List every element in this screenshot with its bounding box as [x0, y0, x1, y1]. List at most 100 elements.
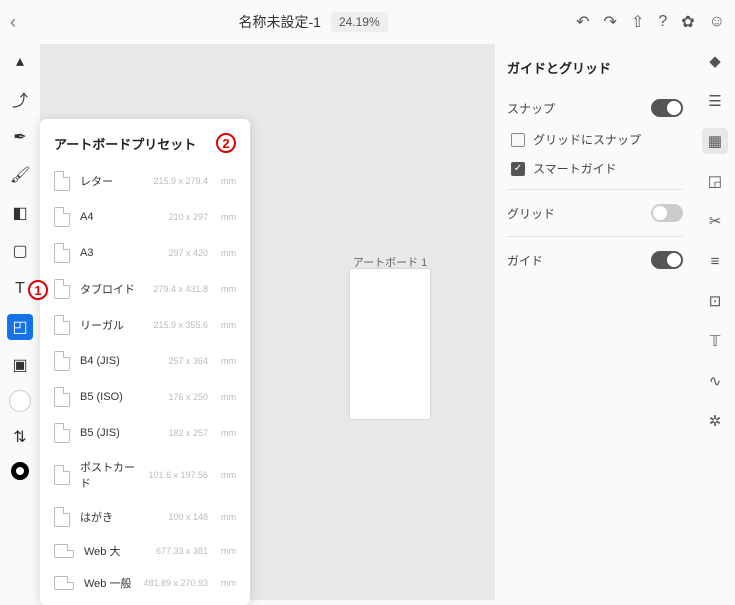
guides-grid-panel: ガイドとグリッド スナップ グリッドにスナップ ✓ スマートガイド グリッド ガ…: [495, 44, 695, 600]
select-tool-icon[interactable]: ▴: [7, 48, 33, 74]
preset-name: A4: [80, 211, 158, 223]
preset-unit: mm: [221, 392, 236, 402]
transform-icon[interactable]: ◲: [702, 168, 728, 194]
page-icon: [54, 171, 70, 191]
zoom-level[interactable]: 24.19%: [331, 12, 388, 32]
distribute-icon[interactable]: ⊡: [702, 288, 728, 314]
preset-item[interactable]: B5 (ISO) 176 x 250 mm: [40, 379, 250, 415]
document-title: 名称未設定-1: [238, 12, 320, 32]
grid-toggle[interactable]: [651, 204, 683, 222]
preset-unit: mm: [221, 546, 236, 556]
preset-size: 677.33 x 381: [156, 546, 208, 556]
preset-item[interactable]: Web 大 677.33 x 381 mm: [40, 535, 250, 567]
preset-name: はがき: [80, 509, 158, 525]
preset-name: B5 (ISO): [80, 391, 158, 403]
preset-panel-title: アートボードプリセット: [54, 134, 196, 153]
image-tool-icon[interactable]: ▣: [7, 352, 33, 378]
preset-unit: mm: [221, 428, 236, 438]
redo-icon[interactable]: ↷: [604, 12, 617, 32]
smart-guide-checkbox[interactable]: ✓: [511, 162, 525, 176]
settings-icon[interactable]: ✿: [681, 12, 694, 32]
brush-tool-icon[interactable]: 🖌: [7, 162, 33, 188]
artboard-preset-panel: アートボードプリセット 2 レター 215.9 x 279.4 mm A4 210 x …: [40, 119, 250, 605]
scissors-icon[interactable]: ✂: [702, 208, 728, 234]
artboard[interactable]: [350, 269, 430, 419]
preset-size: 481.89 x 270.93: [143, 578, 208, 588]
preset-unit: mm: [221, 176, 236, 186]
type-icon[interactable]: 𝕋: [702, 328, 728, 354]
preset-unit: mm: [221, 320, 236, 330]
preset-name: Web 大: [84, 543, 146, 559]
preset-unit: mm: [221, 512, 236, 522]
preset-item[interactable]: タブロイド279.4 x 431.8mm: [40, 271, 250, 307]
preset-size: 101.6 x 197.56: [148, 470, 208, 480]
effects-icon[interactable]: ✲: [702, 408, 728, 434]
preset-item[interactable]: B5 (JIS) 182 x 257 mm: [40, 415, 250, 451]
page-icon: [54, 279, 70, 299]
page-icon: [54, 465, 70, 485]
preset-item[interactable]: リーガル 215.9 x 355.6 mm: [40, 307, 250, 343]
fill-color-icon[interactable]: [9, 390, 31, 412]
preset-item[interactable]: A4 210 x 297 mm: [40, 199, 250, 235]
preset-unit: mm: [221, 248, 236, 258]
app-icon[interactable]: ☺: [709, 13, 725, 31]
undo-icon[interactable]: ↶: [576, 12, 589, 32]
preset-name: ポストカード: [80, 459, 138, 491]
artboard-label: アートボード 1: [353, 254, 428, 270]
annotation-1: 1: [28, 280, 48, 300]
preset-size: 182 x 257: [168, 428, 208, 438]
share-icon[interactable]: ⇧: [631, 12, 644, 32]
preset-size: 100 x 148: [168, 512, 208, 522]
preset-name: タブロイド: [80, 281, 143, 297]
swap-colors-icon[interactable]: ⇅: [7, 424, 33, 450]
preset-name: レター: [80, 173, 143, 189]
preset-size: 176 x 250: [168, 392, 208, 402]
right-toolbar: ◆ ☰ ▦ ◲ ✂ ≡ ⊡ 𝕋 ∿ ✲: [695, 44, 735, 600]
guide-label: ガイド: [507, 252, 543, 269]
page-icon: [54, 423, 70, 443]
preset-item[interactable]: はがき 100 x 148 mm: [40, 499, 250, 535]
page-icon: [54, 315, 70, 335]
guides-icon[interactable]: ▦: [702, 128, 728, 154]
preset-item[interactable]: A3 297 x 420 mm: [40, 235, 250, 271]
eraser-tool-icon[interactable]: ◧: [7, 200, 33, 226]
help-icon[interactable]: ?: [658, 13, 667, 31]
preset-item[interactable]: レター 215.9 x 279.4 mm: [40, 163, 250, 199]
preset-name: B4 (JIS): [80, 355, 158, 367]
direct-select-tool-icon[interactable]: ⤴: [7, 86, 33, 112]
preset-name: リーガル: [80, 317, 143, 333]
preset-item[interactable]: B4 (JIS) 257 x 364 mm: [40, 343, 250, 379]
page-icon: [54, 243, 70, 263]
preset-item[interactable]: Web 一般481.89 x 270.93mm: [40, 567, 250, 599]
back-icon[interactable]: ‹: [10, 12, 16, 32]
pen-tool-icon[interactable]: ✒: [7, 124, 33, 150]
shape-tool-icon[interactable]: ▢: [7, 238, 33, 264]
stroke-color-icon[interactable]: [11, 462, 29, 480]
page-icon: [54, 387, 70, 407]
grid-label: グリッド: [507, 205, 555, 222]
preset-unit: mm: [221, 284, 236, 294]
artboard-tool-icon[interactable]: ◰: [7, 314, 33, 340]
layers-icon[interactable]: ◆: [702, 48, 728, 74]
annotation-2: 2: [216, 133, 236, 153]
properties-icon[interactable]: ☰: [702, 88, 728, 114]
grid-snap-checkbox[interactable]: [511, 133, 525, 147]
preset-name: A3: [80, 247, 158, 259]
panel-title: ガイドとグリッド: [507, 58, 683, 77]
preset-size: 215.9 x 355.6: [153, 320, 208, 330]
path-icon[interactable]: ∿: [702, 368, 728, 394]
preset-size: 257 x 364: [168, 356, 208, 366]
preset-unit: mm: [221, 356, 236, 366]
preset-size: 297 x 420: [168, 248, 208, 258]
align-icon[interactable]: ≡: [702, 248, 728, 274]
preset-size: 215.9 x 279.4: [153, 176, 208, 186]
preset-item[interactable]: ポストカード101.6 x 197.56mm: [40, 451, 250, 499]
grid-snap-label: グリッドにスナップ: [533, 131, 641, 148]
preset-name: B5 (JIS): [80, 427, 158, 439]
smart-guide-label: スマートガイド: [533, 160, 617, 177]
preset-size: 210 x 297: [168, 212, 208, 222]
guide-toggle[interactable]: [651, 251, 683, 269]
page-icon: [54, 507, 70, 527]
preset-unit: mm: [221, 212, 236, 222]
snap-toggle[interactable]: [651, 99, 683, 117]
